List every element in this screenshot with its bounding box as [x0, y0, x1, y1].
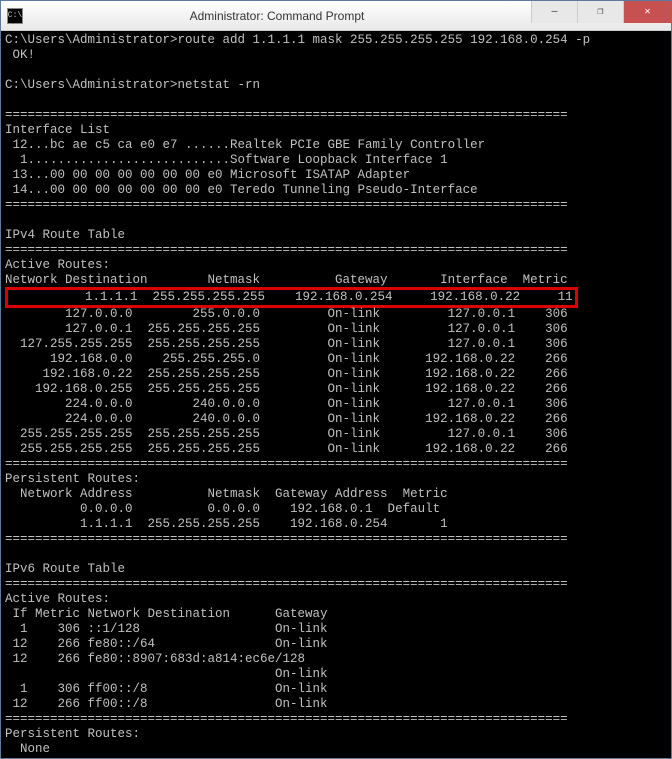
line: OK!: [5, 48, 35, 62]
terminal-output[interactable]: C:\Users\Administrator>route add 1.1.1.1…: [1, 31, 671, 758]
ipv4-header: IPv4 Route Table: [5, 228, 125, 242]
route6-columns: If Metric Network Destination Gateway: [5, 607, 328, 621]
line: C:\Users\Administrator>netstat -rn: [5, 78, 260, 92]
separator: ========================================…: [5, 532, 568, 546]
route-row: 224.0.0.0 240.0.0.0 On-link 192.168.0.22…: [5, 412, 568, 426]
route-row: 127.0.0.0 255.0.0.0 On-link 127.0.0.1 30…: [5, 307, 568, 321]
separator: ========================================…: [5, 577, 568, 591]
none-label: None: [5, 742, 50, 756]
route-columns: Network Destination Netmask Gateway Inte…: [5, 273, 568, 287]
interface-list-header: Interface List: [5, 123, 110, 137]
highlighted-route-row: 1.1.1.1 255.255.255.255 192.168.0.254 19…: [5, 287, 578, 308]
route6-row: 12 266 ff00::/8 On-link: [5, 697, 328, 711]
separator: ========================================…: [5, 108, 568, 122]
separator: ========================================…: [5, 457, 568, 471]
cmd-icon: C:\: [7, 8, 23, 24]
interface-row: 13...00 00 00 00 00 00 00 e0 Microsoft I…: [5, 168, 410, 182]
route-row: 192.168.0.22 255.255.255.255 On-link 192…: [5, 367, 568, 381]
window-buttons: — ❐ ✕: [531, 1, 671, 30]
route6-row: 1 306 ff00::/8 On-link: [5, 682, 328, 696]
titlebar: C:\ Administrator: Command Prompt — ❐ ✕: [1, 1, 671, 31]
ipv6-header: IPv6 Route Table: [5, 562, 125, 576]
separator: ========================================…: [5, 243, 568, 257]
route-row: 192.168.0.0 255.255.255.0 On-link 192.16…: [5, 352, 568, 366]
interface-row: 14...00 00 00 00 00 00 00 e0 Teredo Tunn…: [5, 183, 478, 197]
interface-row: 1...........................Software Loo…: [5, 153, 448, 167]
route-row: 255.255.255.255 255.255.255.255 On-link …: [5, 427, 568, 441]
route-row: 255.255.255.255 255.255.255.255 On-link …: [5, 442, 568, 456]
window: C:\ Administrator: Command Prompt — ❐ ✕ …: [0, 0, 672, 759]
route6-row: 1 306 ::1/128 On-link: [5, 622, 328, 636]
separator: ========================================…: [5, 712, 568, 726]
window-title: Administrator: Command Prompt: [23, 9, 531, 23]
persistent-routes-label: Persistent Routes:: [5, 727, 140, 741]
line: C:\Users\Administrator>route add 1.1.1.1…: [5, 33, 590, 47]
route-row: 127.0.0.1 255.255.255.255 On-link 127.0.…: [5, 322, 568, 336]
interface-row: 12...bc ae c5 ca e0 e7 ......Realtek PCI…: [5, 138, 485, 152]
active-routes-label: Active Routes:: [5, 592, 110, 606]
persistent-route-row: 1.1.1.1 255.255.255.255 192.168.0.254 1: [5, 517, 448, 531]
separator: ========================================…: [5, 198, 568, 212]
active-routes-label: Active Routes:: [5, 258, 110, 272]
maximize-button[interactable]: ❐: [577, 1, 623, 23]
persistent-routes-label: Persistent Routes:: [5, 472, 140, 486]
route-row: 192.168.0.255 255.255.255.255 On-link 19…: [5, 382, 568, 396]
close-button[interactable]: ✕: [623, 1, 671, 23]
route6-row: 12 266 fe80::8907:683d:a814:ec6e/128: [5, 652, 305, 666]
persistent-columns: Network Address Netmask Gateway Address …: [5, 487, 448, 501]
persistent-route-row: 0.0.0.0 0.0.0.0 192.168.0.1 Default: [5, 502, 440, 516]
route-row: 127.255.255.255 255.255.255.255 On-link …: [5, 337, 568, 351]
minimize-button[interactable]: —: [531, 1, 577, 23]
route6-row: 12 266 fe80::/64 On-link: [5, 637, 328, 651]
route-row: 224.0.0.0 240.0.0.0 On-link 127.0.0.1 30…: [5, 397, 568, 411]
route6-row: On-link: [5, 667, 328, 681]
